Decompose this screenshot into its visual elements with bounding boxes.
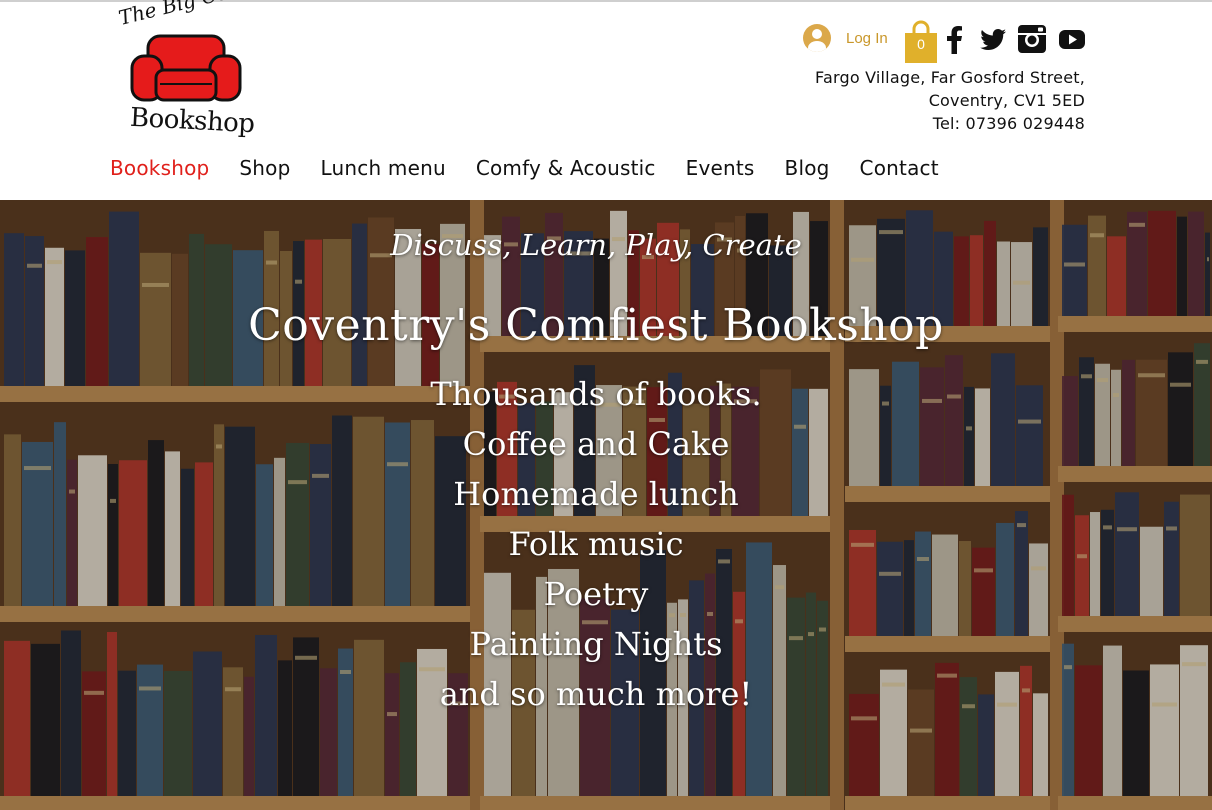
nav-item-events[interactable]: Events bbox=[686, 156, 755, 180]
user-avatar-icon bbox=[803, 24, 831, 52]
hero-tagline: Discuss, Learn, Play, Create bbox=[390, 228, 802, 262]
nav-item-shop[interactable]: Shop bbox=[239, 156, 290, 180]
nav-item-lunch-menu[interactable]: Lunch menu bbox=[321, 156, 446, 180]
address-line-2: Coventry, CV1 5ED bbox=[928, 91, 1085, 110]
address-line-1: Fargo Village, Far Gosford Street, bbox=[815, 68, 1085, 87]
instagram-icon[interactable] bbox=[1017, 24, 1047, 54]
hero-line: Thousands of books. bbox=[430, 375, 762, 413]
nav-item-blog[interactable]: Blog bbox=[785, 156, 830, 180]
logo-bottom-text: Bookshop bbox=[129, 102, 256, 140]
hero-line: and so much more! bbox=[439, 675, 753, 713]
shop-address: Fargo Village, Far Gosford Street, Coven… bbox=[815, 66, 1085, 135]
login-label: Log In bbox=[846, 29, 888, 47]
nav-item-comfy-acoustic[interactable]: Comfy & Acoustic bbox=[476, 156, 656, 180]
hero-headline: Coventry's Comfiest Bookshop bbox=[248, 300, 944, 351]
nav-item-contact[interactable]: Contact bbox=[860, 156, 939, 180]
facebook-icon[interactable] bbox=[940, 24, 970, 54]
hero-line: Homemade lunch bbox=[453, 475, 739, 513]
phone-number: Tel: 07396 029448 bbox=[932, 114, 1085, 133]
hero-line: Folk music bbox=[508, 525, 684, 563]
hero-line: Poetry bbox=[543, 575, 649, 613]
youtube-icon[interactable] bbox=[1057, 24, 1087, 54]
login-button[interactable]: Log In bbox=[803, 24, 888, 52]
main-nav: Bookshop Shop Lunch menu Comfy & Acousti… bbox=[110, 156, 969, 180]
site-logo[interactable]: The Big Comfy Bookshop bbox=[116, 0, 267, 146]
hero-line: Painting Nights bbox=[469, 625, 723, 663]
hero-line: Coffee and Cake bbox=[462, 425, 730, 463]
hero-banner: Discuss, Learn, Play, Create Coventry's … bbox=[0, 200, 1212, 810]
cart-button[interactable]: 0 bbox=[904, 20, 938, 64]
site-header: The Big Comfy Bookshop Log In 0 Fargo Vi… bbox=[0, 0, 1212, 200]
hero-text: Discuss, Learn, Play, Create Coventry's … bbox=[0, 200, 1212, 810]
twitter-icon[interactable] bbox=[978, 24, 1008, 54]
logo-top-text: The Big Comfy bbox=[116, 0, 268, 30]
nav-item-bookshop[interactable]: Bookshop bbox=[110, 156, 209, 180]
armchair-icon bbox=[130, 34, 242, 102]
cart-count: 0 bbox=[917, 36, 925, 52]
